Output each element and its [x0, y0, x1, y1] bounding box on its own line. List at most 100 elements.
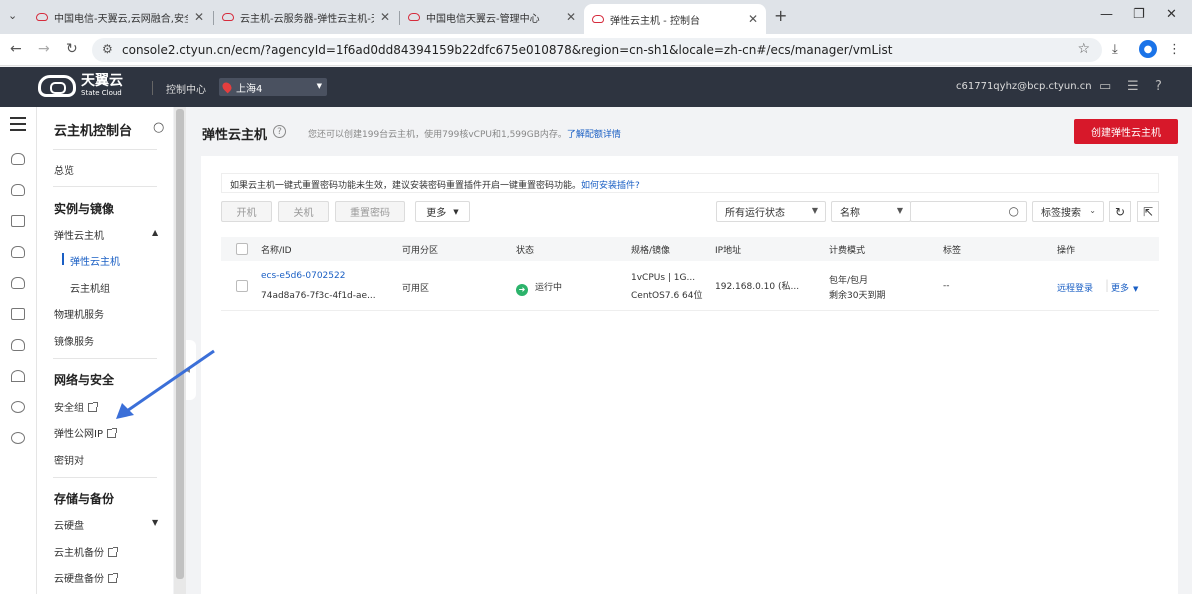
download-icon[interactable]: ⤓ — [1112, 42, 1118, 57]
database-icon[interactable] — [11, 184, 25, 196]
ip-icon[interactable] — [11, 401, 25, 413]
new-tab-icon[interactable]: + — [774, 6, 787, 25]
brand-subtitle: State Cloud — [81, 89, 122, 97]
cloud-host-icon[interactable] — [11, 153, 25, 165]
restore-icon[interactable]: ❐ — [1133, 7, 1145, 22]
search-icon[interactable]: ○ — [153, 120, 164, 135]
caret-up-icon[interactable]: ▲ — [152, 228, 158, 237]
caret-down-icon: ▼ — [896, 206, 903, 215]
sidebar-item-ecs-list[interactable]: 弹性云主机 — [70, 253, 120, 268]
scrollbar-thumb[interactable] — [176, 109, 184, 579]
close-icon[interactable]: ✕ — [194, 10, 204, 24]
remote-login-link[interactable]: 远程登录 — [1057, 281, 1093, 294]
tag-search-select[interactable]: 标签搜索 ⌄ — [1032, 201, 1104, 222]
sidebar-item-overview[interactable]: 总览 — [54, 162, 74, 177]
sidebar-item-ecs[interactable]: 弹性云主机 — [54, 227, 104, 242]
cloud-sync-icon[interactable] — [11, 339, 25, 351]
bookmark-star-icon[interactable]: ☆ — [1077, 41, 1090, 57]
help-circle-icon[interactable]: ? — [273, 125, 286, 138]
status-filter-select[interactable]: 所有运行状态 ▼ — [716, 201, 826, 222]
create-ecs-button[interactable]: 创建弹性云主机 — [1074, 119, 1178, 144]
stop-button[interactable]: 关机 — [278, 201, 329, 222]
user-account[interactable]: c61771qyhz@bcp.ctyun.cn — [956, 81, 1092, 92]
column-header[interactable]: 名称/ID — [261, 243, 292, 256]
search-icon[interactable]: ○ — [1009, 204, 1019, 218]
table-row: ecs-e5d6-0702522 74ad8a76-7f3c-4f1d-ae..… — [221, 261, 1159, 311]
browser-tab-2[interactable]: 云主机-云服务器-弹性云主机-天 ✕ — [214, 4, 398, 30]
instance-image: CentOS7.6 64位 — [631, 291, 703, 301]
sidebar-item-keypair[interactable]: 密钥对 — [54, 452, 84, 467]
cloud-storage-icon[interactable] — [11, 277, 25, 289]
back-icon[interactable]: ← — [10, 41, 22, 57]
row-checkbox[interactable] — [236, 280, 248, 292]
sidebar-item-ecs-backup[interactable]: 云主机备份 — [54, 544, 118, 559]
close-icon[interactable]: ✕ — [566, 10, 576, 24]
column-header: 操作 — [1057, 246, 1076, 256]
caret-down-icon: ▼ — [1133, 285, 1139, 293]
external-link-icon — [88, 402, 98, 412]
close-icon[interactable]: ✕ — [380, 10, 390, 24]
hamburger-menu-icon[interactable] — [10, 117, 26, 135]
region-selector[interactable]: 上海4 ▼ — [219, 78, 327, 96]
external-link-icon — [108, 573, 118, 583]
cluster-icon[interactable] — [11, 432, 25, 444]
sidebar-item-label: 云硬盘备份 — [54, 574, 104, 585]
browser-tab-3[interactable]: 中国电信天翼云-管理中心 ✕ — [400, 4, 584, 30]
sidebar-group-instances: 实例与镜像 — [54, 202, 115, 216]
browser-tab-active[interactable]: 弹性云主机 - 控制台 ✕ — [584, 4, 766, 34]
profile-avatar-icon[interactable]: ● — [1139, 40, 1157, 58]
table-header: 名称/ID 可用分区 状态 规格/镜像 IP地址 计费模式 标签 操作 — [221, 237, 1159, 261]
sidebar-item-ecs-group[interactable]: 云主机组 — [70, 280, 110, 295]
instance-tag: -- — [943, 281, 950, 291]
network-icon[interactable] — [11, 215, 25, 227]
help-icon[interactable]: ? — [1155, 79, 1162, 94]
window-close-icon[interactable]: ✕ — [1166, 7, 1177, 22]
sidebar-item-label: 云主机备份 — [54, 548, 104, 559]
sidebar-item-eip[interactable]: 弹性公网IP — [54, 425, 117, 440]
row-more-menu[interactable]: 更多 ▼ — [1111, 281, 1138, 294]
caret-down-icon[interactable]: ▼ — [152, 518, 158, 527]
browser-tab-1[interactable]: 中国电信-天翼云,云网融合,安全 ✕ — [28, 4, 212, 30]
sidebar-item-label: 安全组 — [54, 403, 84, 414]
sidebar-item-bare-metal[interactable]: 物理机服务 — [54, 306, 104, 321]
external-link-icon — [108, 547, 118, 557]
url-field[interactable]: ⚙ console2.ctyun.cn/ecm/?agencyId=1f6ad0… — [92, 38, 1102, 62]
search-field-select[interactable]: 名称 ▼ — [831, 201, 911, 222]
instance-name-link[interactable]: ecs-e5d6-0702522 — [261, 271, 345, 281]
sidebar-item-security-group[interactable]: 安全组 — [54, 399, 98, 414]
caret-down-icon: ▼ — [453, 207, 459, 216]
close-icon[interactable]: ✕ — [748, 12, 758, 26]
brand-name: 天翼云 — [81, 73, 123, 89]
sidebar-item-image[interactable]: 镜像服务 — [54, 333, 94, 348]
install-plugin-link[interactable]: 如何安装插件? — [581, 181, 640, 191]
quota-details-link[interactable]: 了解配额详情 — [567, 130, 621, 140]
cloud-icon[interactable] — [11, 246, 25, 258]
start-button[interactable]: 开机 — [221, 201, 272, 222]
settings-sliders-icon[interactable]: ☰ — [1127, 79, 1139, 94]
sidebar-item-disk-backup[interactable]: 云硬盘备份 — [54, 570, 118, 585]
row-more-label: 更多 — [1111, 284, 1130, 294]
forward-icon[interactable]: → — [38, 41, 50, 57]
console-link[interactable]: 控制中心 — [166, 81, 206, 96]
brand-logo[interactable]: 天翼云 State Cloud — [38, 74, 123, 97]
more-actions-button[interactable]: 更多 ▼ — [415, 201, 470, 222]
export-icon[interactable]: ⇱ — [1137, 201, 1159, 222]
sidebar-item-disk[interactable]: 云硬盘 — [54, 517, 84, 532]
quota-text: 您还可以创建199台云主机，使用799核vCPU和1,599GB内存。 — [308, 130, 567, 140]
reload-icon[interactable]: ↻ — [66, 41, 78, 57]
anchor-icon[interactable] — [11, 370, 25, 382]
tab-title: 中国电信-天翼云,云网融合,安全 — [54, 13, 188, 25]
menu-kebab-icon[interactable]: ⋮ — [1168, 42, 1181, 57]
document-icon[interactable] — [11, 308, 25, 320]
tab-search-icon[interactable]: ⌄ — [8, 9, 17, 22]
message-icon[interactable]: ▭ — [1099, 79, 1111, 94]
refresh-icon[interactable]: ↻ — [1109, 201, 1131, 222]
tab-title: 弹性云主机 - 控制台 — [610, 15, 700, 27]
chevron-down-icon: ⌄ — [1089, 206, 1096, 215]
notice-text: 如果云主机一键式重置密码功能未生效，建议安装密码重置插件开启一键重置密码功能。 — [230, 181, 582, 191]
search-input[interactable]: ○ — [910, 201, 1027, 222]
minimize-icon[interactable]: — — [1100, 7, 1113, 22]
reset-password-button[interactable]: 重置密码 — [335, 201, 405, 222]
site-info-icon[interactable]: ⚙ — [102, 42, 113, 56]
select-all-checkbox[interactable] — [236, 243, 248, 255]
